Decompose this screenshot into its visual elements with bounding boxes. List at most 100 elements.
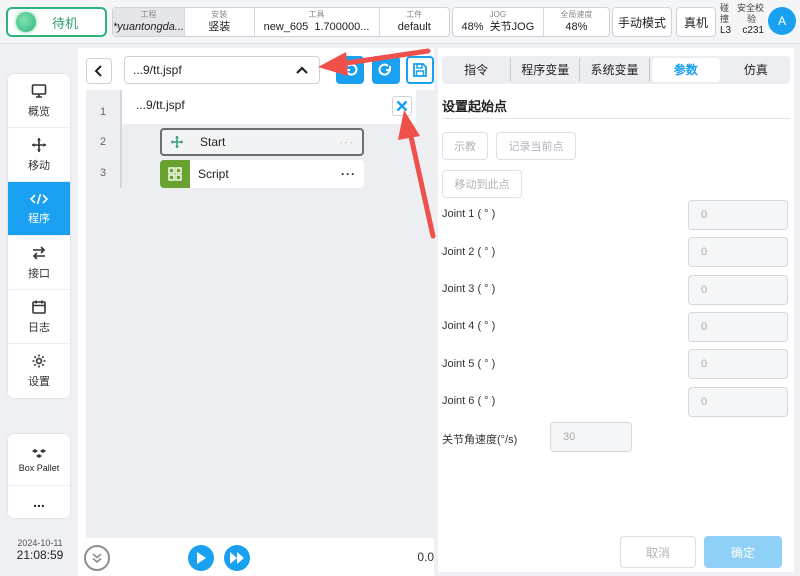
nav-item-overview[interactable]: 概览	[8, 74, 70, 128]
step-down-button[interactable]	[84, 545, 110, 571]
joint4-input[interactable]: 0	[688, 312, 788, 342]
safety-label-1: 安全校	[736, 3, 764, 13]
move-to-point-button[interactable]: 移动到此点	[442, 170, 522, 198]
tree-node-script[interactable]: Script ···	[160, 160, 364, 188]
project-value: *yuantongda...	[113, 21, 184, 33]
chevron-left-icon	[94, 65, 102, 77]
more-plugins-button[interactable]: ...	[8, 486, 70, 518]
section-title: 设置起始点	[442, 99, 508, 114]
install-value: 竖装	[208, 21, 231, 33]
speed-group: JOG 48% 关节JOG 全局速度 48%	[452, 7, 610, 37]
tab-system-variables[interactable]: 系统变量	[580, 58, 650, 82]
box-pallet-button[interactable]: Box Pallet	[8, 434, 70, 486]
manual-mode-button[interactable]: 手动模式	[612, 7, 672, 37]
code-icon	[30, 193, 48, 204]
nav-label-move: 移动	[28, 159, 50, 172]
joint4-label: Joint 4 ( ° )	[442, 320, 496, 332]
tab-instructions[interactable]: 指令	[442, 58, 512, 82]
run-bar: 0.0	[78, 538, 434, 576]
joint5-input[interactable]: 0	[688, 349, 788, 379]
joint-speed-input[interactable]: 30	[550, 422, 632, 452]
play-button[interactable]	[188, 545, 214, 571]
nav-item-move[interactable]: 移动	[8, 128, 70, 182]
tab-simulation[interactable]: 仿真	[722, 58, 790, 82]
tab-program-variables[interactable]: 程序变量	[511, 58, 581, 82]
joint6-input[interactable]: 0	[688, 387, 788, 417]
global-speed-value: 48%	[565, 21, 588, 33]
install-cell[interactable]: 安装 竖装	[185, 8, 255, 36]
node-label: Script	[198, 167, 229, 181]
node-menu-button[interactable]: ···	[341, 167, 356, 181]
move-node-icon	[162, 130, 192, 154]
joint6-label: Joint 6 ( ° )	[442, 395, 496, 407]
node-menu-button[interactable]: ···	[339, 135, 354, 149]
parameter-panel: 指令 程序变量 系统变量 参数 仿真 设置起始点 示教 记录当前点 移动到此点 …	[438, 48, 794, 572]
joint1-input[interactable]: 0	[688, 200, 788, 230]
collision-level: L3	[720, 25, 732, 36]
nav-item-settings[interactable]: 设置	[8, 344, 70, 398]
program-file-name: ...9/tt.jspf	[133, 63, 182, 77]
nav-item-log[interactable]: 日志	[8, 290, 70, 344]
tool-value: new_605 1.700000...	[264, 20, 370, 34]
redo-button[interactable]	[372, 56, 400, 84]
joint3-input[interactable]: 0	[688, 275, 788, 305]
nav-label-overview: 概览	[28, 105, 50, 118]
nav-label-interface: 接口	[28, 267, 50, 280]
joint2-input[interactable]: 0	[688, 237, 788, 267]
tree-node-start[interactable]: Start ···	[160, 128, 364, 156]
play-icon	[197, 552, 206, 564]
file-popup: ...9/tt.jspf	[122, 90, 416, 124]
boxes-icon	[32, 448, 46, 458]
tool-label: 工具	[308, 10, 325, 19]
right-tabs: 指令 程序变量 系统变量 参数 仿真	[442, 56, 790, 84]
move-icon	[32, 137, 46, 152]
undo-button[interactable]	[336, 56, 364, 84]
workpiece-cell[interactable]: 工件 default	[380, 8, 449, 36]
program-editor: 1 2 3 ...9/tt.jspf Start ··· Script ···	[86, 90, 434, 538]
close-icon	[396, 100, 408, 112]
close-popup-button[interactable]	[392, 96, 412, 116]
run-speed-value: 0.0	[417, 550, 434, 564]
calendar-icon	[32, 300, 46, 314]
program-toolbar: ...9/tt.jspf	[78, 48, 434, 92]
global-speed-cell[interactable]: 全局速度 48%	[544, 8, 609, 36]
jog-percent: 48%	[461, 21, 484, 33]
project-label: 工程	[140, 10, 157, 19]
nav-item-program[interactable]: 程序	[8, 182, 70, 236]
cancel-button[interactable]: 取消	[620, 536, 696, 568]
clock-time: 21:08:59	[16, 548, 64, 562]
real-machine-button[interactable]: 真机	[676, 7, 716, 37]
jog-cell[interactable]: JOG 48% 关节JOG	[453, 8, 544, 36]
box-pallet-label: Box Pallet	[18, 462, 60, 473]
back-button[interactable]	[86, 58, 112, 84]
save-button[interactable]	[406, 56, 434, 84]
popup-file-name: ...9/tt.jspf	[136, 98, 185, 112]
config-group: 工程 *yuantongda... 安装 竖装 工具 new_605 1.700…	[112, 7, 450, 37]
jog-value: 48% 关节JOG	[462, 20, 535, 34]
status-indicator[interactable]: 待机	[6, 7, 107, 37]
safety-status[interactable]: 碰 安全校 撞 验 L3 c231	[720, 3, 764, 36]
nav-item-interface[interactable]: 接口	[8, 236, 70, 290]
program-file-select[interactable]: ...9/tt.jspf	[124, 56, 320, 84]
fast-forward-button[interactable]	[224, 545, 250, 571]
jog-mode: 关节JOG	[489, 21, 535, 33]
joint-speed-label: 关节角速度(°/s)	[442, 434, 518, 446]
avatar[interactable]: A	[768, 7, 796, 35]
line-number: 3	[99, 167, 107, 179]
project-cell[interactable]: 工程 *yuantongda...	[113, 8, 185, 36]
left-nav: 概览 移动 程序 接口 日志 设置	[8, 74, 70, 398]
tool-cell[interactable]: 工具 new_605 1.700000...	[255, 8, 380, 36]
safety-label-2: 验	[746, 14, 756, 24]
script-node-icon	[160, 160, 190, 188]
collision-label-1: 碰	[720, 3, 730, 13]
redo-icon	[378, 63, 391, 76]
status-text: 待机	[52, 15, 79, 31]
joint3-label: Joint 3 ( ° )	[442, 283, 496, 295]
undo-icon	[345, 63, 358, 76]
teach-button[interactable]: 示教	[442, 132, 488, 160]
tab-parameters[interactable]: 参数	[651, 58, 720, 82]
workpiece-label: 工件	[406, 10, 423, 19]
joint2-label: Joint 2 ( ° )	[442, 246, 496, 258]
confirm-button[interactable]: 确定	[704, 536, 782, 568]
record-point-button[interactable]: 记录当前点	[496, 132, 576, 160]
